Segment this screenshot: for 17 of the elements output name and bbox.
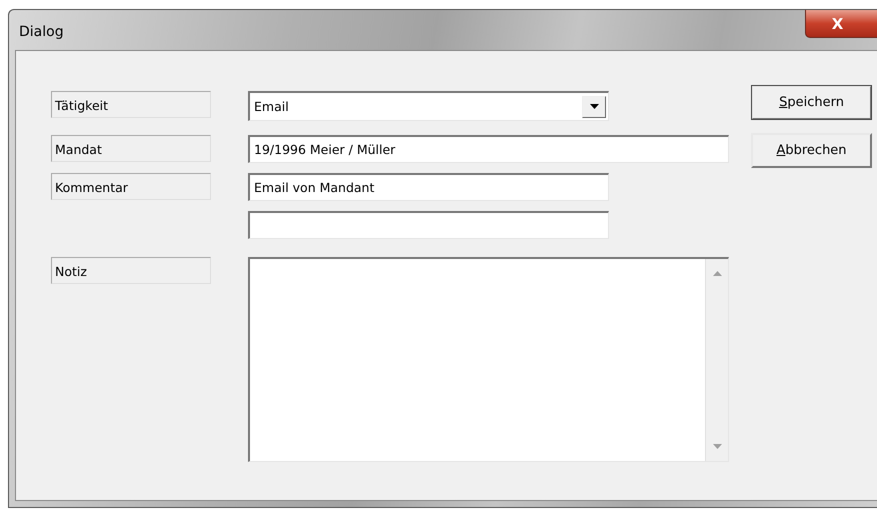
dropdown[interactable]: Email <box>248 91 609 121</box>
field-label: Notiz <box>51 257 211 284</box>
button[interactable]: Abbrechen <box>751 133 872 168</box>
window-title: Dialog <box>19 24 64 40</box>
scrollbar[interactable] <box>705 259 728 461</box>
text-area[interactable] <box>248 257 729 462</box>
input-field[interactable]: Email von Mandant <box>248 173 609 201</box>
close-button[interactable]: X <box>805 10 877 38</box>
button[interactable]: Speichern <box>751 85 872 120</box>
scroll-up-icon[interactable] <box>712 271 722 276</box>
field-label: Tätigkeit <box>51 91 211 118</box>
scroll-down-icon[interactable] <box>712 444 722 449</box>
input-field[interactable]: 19/1996 Meier / Müller <box>248 135 729 163</box>
dropdown-arrow-icon <box>590 104 598 109</box>
input-field[interactable] <box>248 211 609 239</box>
field-label: Mandat <box>51 135 211 162</box>
field-label: Kommentar <box>51 173 211 200</box>
